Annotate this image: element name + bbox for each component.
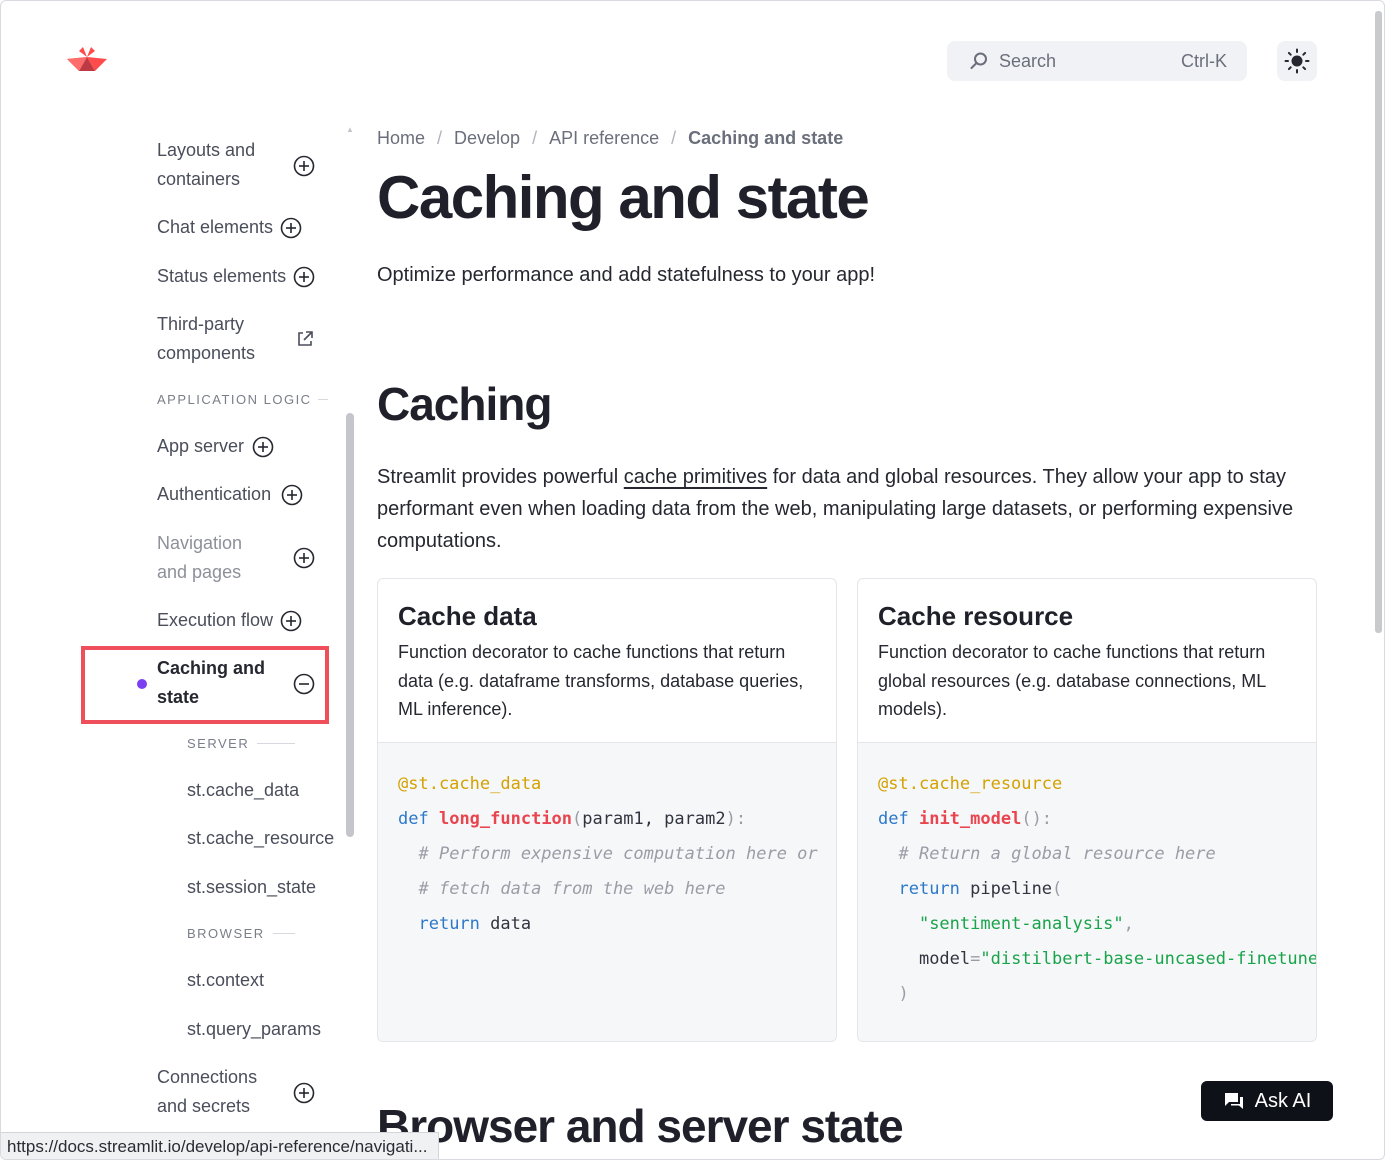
sidebar-section-application-logic: APPLICATION LOGIC [157, 392, 328, 407]
code-function-name: init_model [918, 809, 1022, 829]
sidebar-item-label: Chat elements [157, 217, 274, 237]
code-params: param1, param2 [582, 809, 726, 829]
sidebar-item-label: Third-party components [157, 314, 256, 363]
card-title: Cache resource [878, 601, 1074, 631]
sidebar-subsection-browser: BROWSER [187, 926, 295, 941]
code-comment: # Return a global resource here [898, 844, 1216, 864]
page-scrollbar[interactable] [1375, 11, 1382, 633]
sidebar-item-app-server[interactable]: App server [157, 432, 327, 461]
code-string: "distilbert-base-uncased-finetuned-sst-2… [980, 949, 1316, 969]
card-title: Cache data [398, 601, 537, 631]
code-call: pipeline [970, 879, 1053, 899]
sidebar-item-label: Execution flow [157, 610, 274, 630]
chat-icon [1224, 1093, 1243, 1109]
ask-ai-button[interactable]: Ask AI [1201, 1081, 1333, 1121]
cache-primitives-link[interactable]: cache primitives [624, 466, 767, 488]
expand-plus-icon[interactable] [293, 1082, 315, 1104]
search-shortcut: Ctrl-K [1181, 50, 1227, 71]
search-button[interactable]: Search Ctrl-K [947, 41, 1247, 81]
browser-status-url: https://docs.streamlit.io/develop/api-re… [1, 1132, 439, 1159]
sun-icon [1284, 48, 1310, 74]
breadcrumb-develop[interactable]: Develop [454, 128, 520, 149]
browser-page: Search Ctrl-K ▲ Layouts and containers C… [0, 0, 1385, 1160]
section-label: BROWSER [187, 926, 265, 941]
streamlit-logo-icon[interactable] [65, 47, 109, 75]
sidebar-subitem-query-params[interactable]: st.query_params [187, 1019, 321, 1040]
cache-data-card[interactable]: Cache data Function decorator to cache f… [377, 578, 837, 1042]
cache-resource-card[interactable]: Cache resource Function decorator to cac… [857, 578, 1317, 1042]
code-block: @st.cache_resource def init_model(): # R… [858, 743, 1316, 1041]
expand-plus-icon[interactable] [293, 266, 315, 288]
search-label: Search [999, 50, 1057, 71]
breadcrumb-separator: / [437, 128, 443, 148]
expand-plus-icon[interactable] [281, 484, 303, 506]
breadcrumb-separator: / [671, 128, 677, 148]
code-function-name: long_function [438, 809, 573, 829]
sidebar-subsection-server: SERVER [187, 736, 296, 751]
ask-ai-label: Ask AI [1254, 1089, 1312, 1112]
breadcrumb-home[interactable]: Home [377, 128, 425, 149]
code-comment: # Perform expensive computation here or [418, 844, 818, 864]
sidebar-scrollbar[interactable] [346, 413, 354, 837]
code-keyword: return [418, 914, 480, 934]
code-keyword: return [898, 879, 960, 899]
breadcrumb-separator: / [532, 128, 538, 148]
sidebar-item-label: Layouts and containers [157, 140, 256, 189]
code-return-value: data [490, 914, 532, 934]
code-keyword: def [878, 809, 909, 829]
scroll-up-arrow-icon[interactable]: ▲ [346, 125, 354, 134]
sidebar-item-label: Authentication [157, 484, 272, 504]
external-link-icon[interactable] [296, 330, 314, 348]
expand-plus-icon[interactable] [280, 610, 302, 632]
card-description: Function decorator to cache functions th… [398, 642, 804, 719]
expand-plus-icon[interactable] [252, 436, 274, 458]
sidebar-item-label: Navigation and pages [157, 533, 243, 582]
caching-paragraph: Streamlit provides powerful cache primit… [377, 461, 1327, 557]
sidebar-subitem-session-state[interactable]: st.session_state [187, 877, 316, 898]
sidebar-subitem-cache-data[interactable]: st.cache_data [187, 780, 299, 801]
code-string: "sentiment-analysis" [918, 914, 1124, 934]
sidebar-subitem-cache-resource[interactable]: st.cache_resource [187, 828, 334, 849]
sidebar-subitem-context[interactable]: st.context [187, 970, 264, 991]
code-block: @st.cache_data def long_function(param1,… [378, 743, 836, 1041]
theme-toggle-button[interactable] [1277, 41, 1317, 81]
browser-server-state-heading: Browser and server state [377, 1100, 904, 1152]
expand-plus-icon[interactable] [293, 547, 315, 569]
active-indicator-dot [137, 679, 147, 689]
code-kwarg: model [918, 949, 971, 969]
search-icon [970, 52, 987, 69]
sidebar-item-label: Status elements [157, 266, 287, 286]
expand-plus-icon[interactable] [293, 155, 315, 177]
sidebar-item-label: App server [157, 436, 245, 456]
sidebar-item-caching-and-state[interactable]: Caching and state [157, 654, 277, 712]
breadcrumb: Home / Develop / API reference / Caching… [377, 128, 843, 149]
card-description: Function decorator to cache functions th… [878, 642, 1266, 719]
code-keyword: def [398, 809, 429, 829]
section-label: APPLICATION LOGIC [157, 392, 312, 407]
code-decorator: @st.cache_data [398, 774, 542, 794]
breadcrumb-current: Caching and state [688, 128, 844, 148]
expand-plus-icon[interactable] [280, 217, 302, 239]
sidebar-item-label: Connections and secrets [157, 1067, 258, 1116]
code-comment: # fetch data from the web here [418, 879, 726, 899]
collapse-minus-icon[interactable] [293, 673, 315, 695]
paragraph-text: Streamlit provides powerful [377, 466, 624, 488]
page-title: Caching and state [377, 164, 870, 231]
breadcrumb-api-reference[interactable]: API reference [549, 128, 659, 149]
code-decorator: @st.cache_resource [878, 774, 1063, 794]
page-lead: Optimize performance and add statefulnes… [377, 264, 876, 286]
caching-heading: Caching [377, 378, 552, 430]
section-label: SERVER [187, 736, 250, 751]
